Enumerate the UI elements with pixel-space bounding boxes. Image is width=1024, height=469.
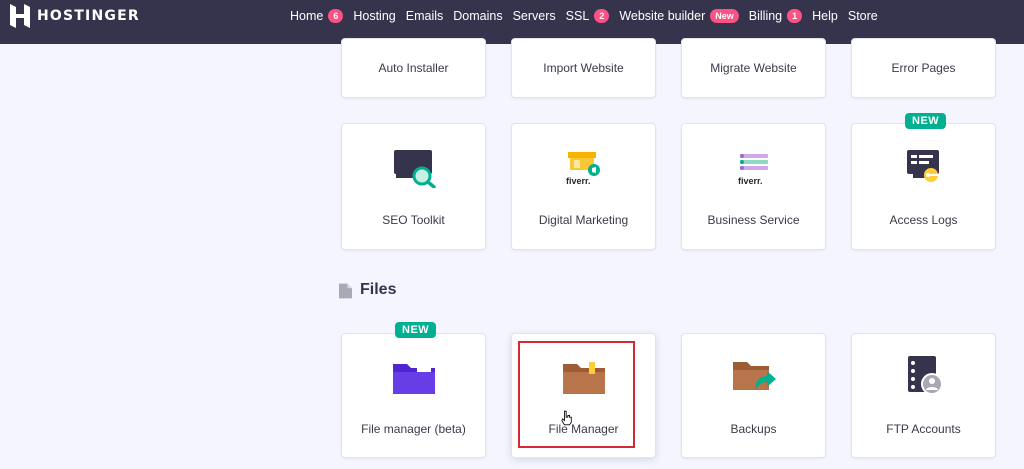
seo-toolkit-label: SEO Toolkit bbox=[382, 213, 445, 227]
nav-ssl-label: SSL bbox=[565, 9, 590, 23]
file-manager-beta-card[interactable]: File manager (beta) bbox=[341, 333, 486, 458]
file-manager-beta-new-tag: NEW bbox=[395, 322, 437, 338]
backups-card[interactable]: Backups bbox=[681, 333, 826, 458]
backups-label: Backups bbox=[730, 422, 777, 436]
hostinger-logo-icon bbox=[10, 4, 30, 28]
nav-emails-label: Emails bbox=[405, 9, 444, 23]
ftp-accounts-icon bbox=[907, 356, 943, 395]
nav-servers-label: Servers bbox=[512, 9, 556, 23]
nav-servers[interactable]: Servers bbox=[513, 9, 556, 23]
nav-billing[interactable]: Billing 1 bbox=[748, 9, 803, 23]
fiverr-wordmark: fiverr. bbox=[566, 176, 591, 186]
access-logs-label: Access Logs bbox=[889, 213, 958, 227]
ftp-accounts-card[interactable]: FTP Accounts bbox=[851, 333, 996, 458]
nav-ssl-badge: 2 bbox=[594, 9, 610, 23]
digital-marketing-label: Digital Marketing bbox=[538, 213, 629, 227]
access-logs-card[interactable]: Access Logs bbox=[851, 123, 996, 250]
nav-help[interactable]: Help bbox=[812, 9, 838, 23]
error-pages-label: Error Pages bbox=[891, 61, 956, 75]
access-logs-icon bbox=[906, 150, 939, 182]
brand-name: HOSTINGER bbox=[37, 8, 140, 24]
nav-website-builder-label: Website builder bbox=[619, 9, 706, 23]
file-section-icon bbox=[339, 283, 352, 299]
migrate-website-label: Migrate Website bbox=[710, 61, 797, 75]
nav-home-label: Home bbox=[290, 9, 324, 23]
file-manager-highlight-box bbox=[518, 341, 635, 448]
backups-icon bbox=[732, 362, 776, 390]
migrate-website-card[interactable]: Migrate Website bbox=[681, 38, 826, 98]
nav-billing-badge: 1 bbox=[787, 9, 803, 23]
nav-domains-label: Domains bbox=[453, 9, 503, 23]
main-nav: Home 6 Hosting Emails Domains Servers SSL… bbox=[290, 9, 888, 23]
nav-home[interactable]: Home 6 bbox=[290, 9, 344, 23]
seo-toolkit-icon bbox=[393, 150, 436, 188]
folder-beta-icon bbox=[392, 364, 435, 394]
file-manager-beta-label: File manager (beta) bbox=[361, 422, 466, 436]
fiverr-business-icon: fiverr. bbox=[738, 154, 768, 186]
seo-toolkit-card[interactable]: SEO Toolkit bbox=[341, 123, 486, 250]
business-service-card[interactable]: fiverr. Business Service bbox=[681, 123, 826, 250]
nav-billing-label: Billing bbox=[748, 9, 783, 23]
digital-marketing-card[interactable]: fiverr. Digital Marketing bbox=[511, 123, 656, 250]
fiverr-marketing-icon: fiverr. bbox=[566, 152, 600, 186]
nav-website-builder-badge: New bbox=[710, 9, 739, 23]
hand-cursor-icon bbox=[561, 410, 572, 426]
nav-store[interactable]: Store bbox=[848, 9, 878, 23]
nav-store-label: Store bbox=[847, 9, 878, 23]
error-pages-card[interactable]: Error Pages bbox=[851, 38, 996, 98]
nav-hosting-label: Hosting bbox=[353, 9, 396, 23]
nav-domains[interactable]: Domains bbox=[453, 9, 502, 23]
auto-installer-label: Auto Installer bbox=[378, 61, 449, 75]
nav-hosting[interactable]: Hosting bbox=[353, 9, 395, 23]
access-logs-new-tag: NEW bbox=[905, 113, 947, 129]
nav-help-label: Help bbox=[812, 9, 838, 23]
nav-home-badge: 6 bbox=[328, 9, 344, 23]
business-service-label: Business Service bbox=[707, 213, 800, 227]
nav-ssl[interactable]: SSL 2 bbox=[566, 9, 610, 23]
files-section-title: Files bbox=[360, 281, 397, 298]
import-website-label: Import Website bbox=[543, 61, 624, 75]
nav-website-builder[interactable]: Website builder New bbox=[619, 9, 739, 23]
auto-installer-card[interactable]: Auto Installer bbox=[341, 38, 486, 98]
fiverr-wordmark-2: fiverr. bbox=[738, 176, 763, 186]
nav-emails[interactable]: Emails bbox=[406, 9, 444, 23]
import-website-card[interactable]: Import Website bbox=[511, 38, 656, 98]
hostinger-logo[interactable]: HOSTINGER bbox=[10, 4, 140, 28]
ftp-accounts-label: FTP Accounts bbox=[886, 422, 961, 436]
